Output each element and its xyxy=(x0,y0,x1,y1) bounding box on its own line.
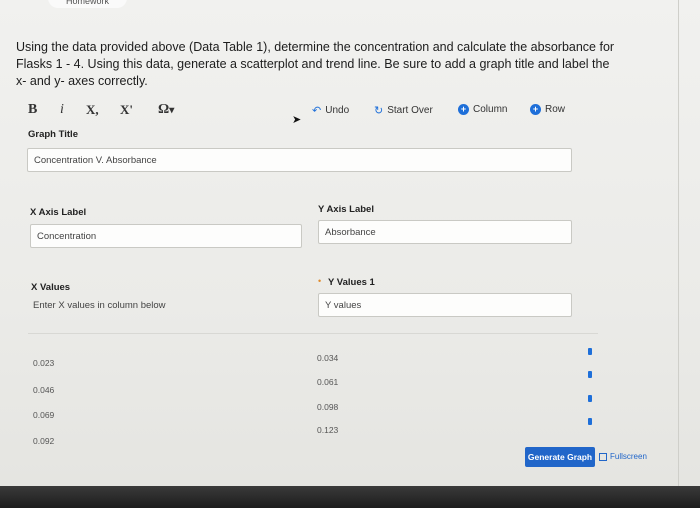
start-over-label: Start Over xyxy=(387,105,433,116)
undo-label: Undo xyxy=(325,105,350,116)
monitor-bezel xyxy=(0,486,700,508)
superscript-button[interactable]: X' xyxy=(120,102,133,118)
undo-icon: ↶ xyxy=(312,105,322,117)
divider xyxy=(28,333,598,334)
fullscreen-label: Fullscreen xyxy=(610,452,647,461)
editor-toolbar: B i X, X' Ω▾ ↶ Undo ↻ Start Over + Colum… xyxy=(22,100,582,122)
special-char-button[interactable]: Ω▾ xyxy=(158,102,174,118)
fullscreen-icon xyxy=(599,452,607,461)
y-value-cell[interactable]: 0.123 xyxy=(317,425,338,435)
x-value-cell[interactable]: 0.046 xyxy=(33,385,54,395)
y-values-header-input[interactable]: Y values xyxy=(318,293,572,317)
x-value-cell[interactable]: 0.023 xyxy=(33,358,54,368)
x-value-cell[interactable]: 0.092 xyxy=(33,436,54,446)
x-axis-label-heading: X Axis Label xyxy=(30,207,87,218)
plus-icon: + xyxy=(458,104,469,115)
y-value-cell[interactable]: 0.034 xyxy=(317,353,338,363)
bold-button[interactable]: B xyxy=(28,102,37,118)
undo-button[interactable]: ↶ Undo xyxy=(312,104,349,117)
delete-row-icon[interactable] xyxy=(588,371,592,378)
plus-icon: + xyxy=(530,104,541,115)
fullscreen-button[interactable]: Fullscreen xyxy=(599,452,647,461)
x-values-label: X Values xyxy=(31,282,71,293)
omega-icon: Ω xyxy=(158,102,170,117)
y-axis-label-input[interactable]: Absorbance xyxy=(318,220,572,244)
chevron-down-icon: ▾ xyxy=(169,105,175,116)
delete-row-icon[interactable] xyxy=(588,395,592,402)
start-over-button[interactable]: ↻ Start Over xyxy=(374,104,433,117)
graph-title-label: Graph Title xyxy=(28,129,78,140)
y-axis-label-heading: Y Axis Label xyxy=(318,204,374,215)
add-row-button[interactable]: + Row xyxy=(530,104,565,115)
y-value-cell[interactable]: 0.098 xyxy=(317,402,338,412)
screen: Homework Using the data provided above (… xyxy=(0,0,700,508)
column-label: Column xyxy=(473,104,508,115)
x-values-hint: Enter X values in column below xyxy=(33,300,166,311)
x-axis-label-input[interactable]: Concentration xyxy=(30,224,302,248)
add-column-button[interactable]: + Column xyxy=(458,104,507,115)
generate-graph-button[interactable]: Generate Graph xyxy=(525,447,595,467)
page-edge xyxy=(678,0,679,486)
x-value-cell[interactable]: 0.069 xyxy=(33,410,54,420)
mouse-cursor-icon: ➤ xyxy=(292,114,302,126)
browser-tab[interactable]: Homework xyxy=(48,0,128,8)
bullet-icon: • xyxy=(318,276,322,286)
delete-row-icon[interactable] xyxy=(588,348,592,355)
subscript-button[interactable]: X, xyxy=(86,102,99,118)
graph-title-input[interactable]: Concentration V. Absorbance xyxy=(27,148,572,172)
y-values-label: Y Values 1 xyxy=(328,277,375,288)
row-label: Row xyxy=(545,104,566,115)
delete-row-icon[interactable] xyxy=(588,418,592,425)
italic-button[interactable]: i xyxy=(60,102,64,118)
refresh-icon: ↻ xyxy=(374,105,384,117)
y-value-cell[interactable]: 0.061 xyxy=(317,377,338,387)
question-text: Using the data provided above (Data Tabl… xyxy=(16,40,615,88)
